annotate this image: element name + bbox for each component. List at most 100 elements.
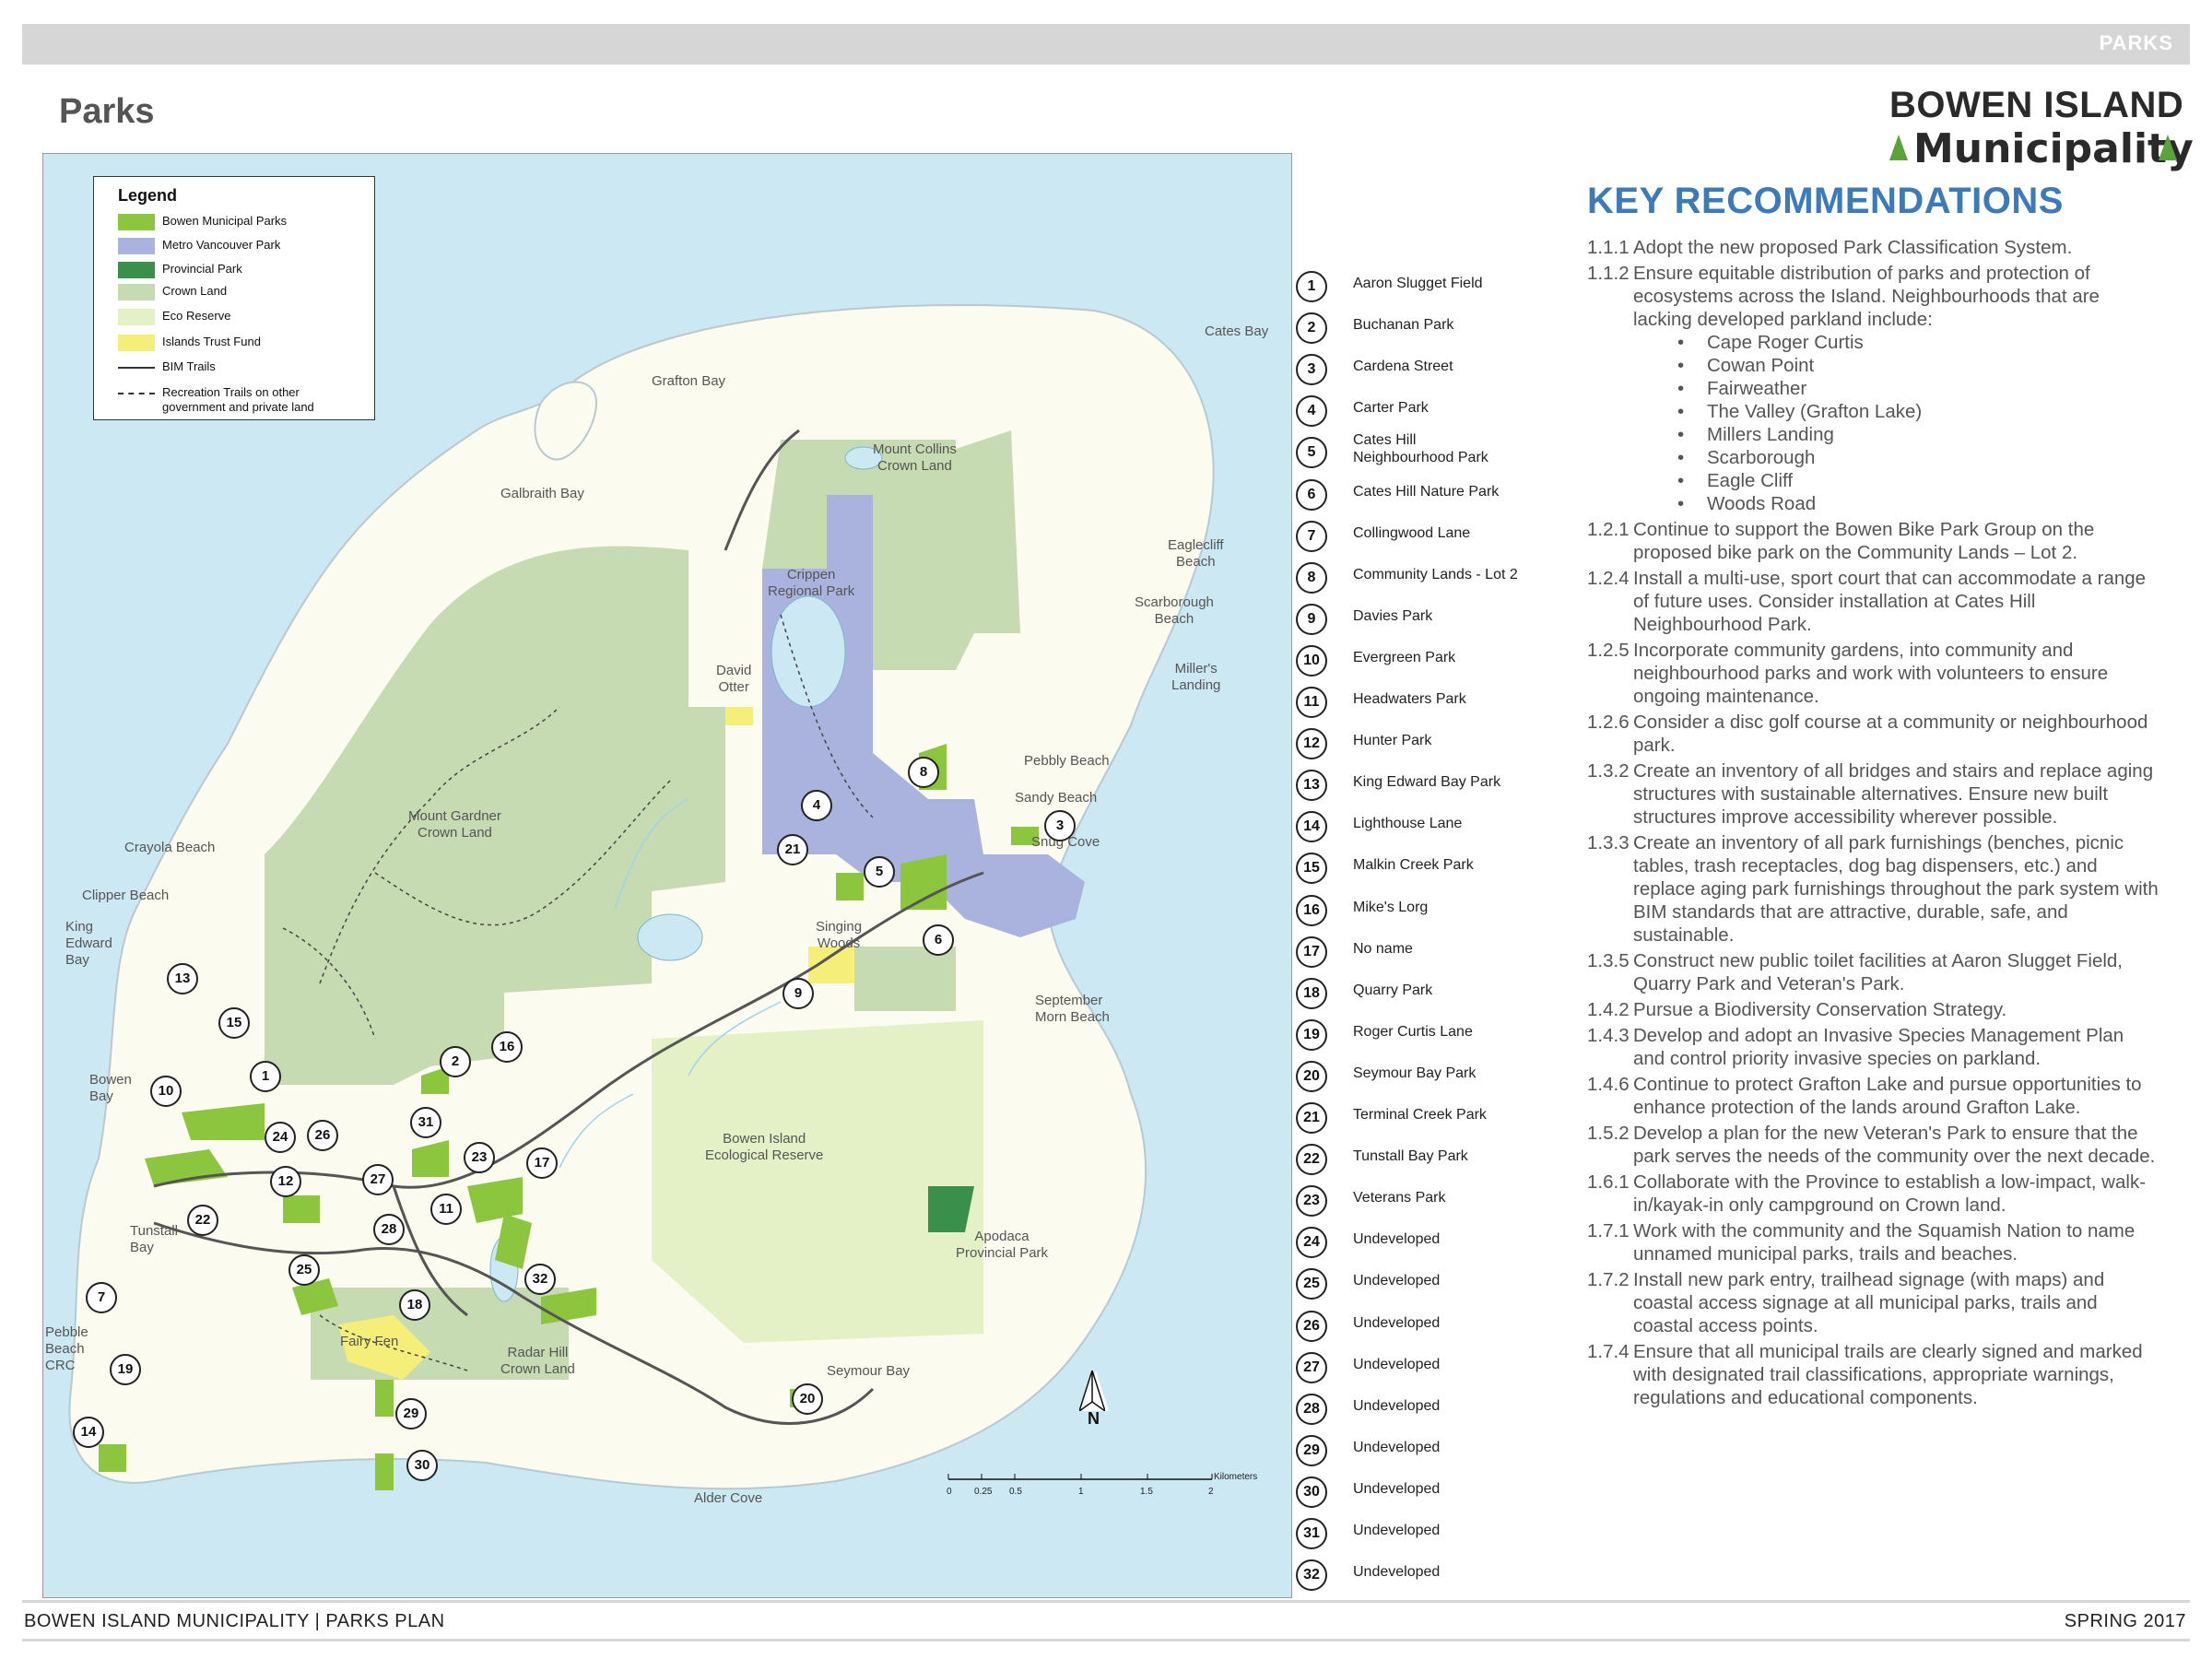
recommendation-text: Continue to protect Grafton Lake and pur… xyxy=(1633,1074,2142,1118)
label-seymour-bay: Seymour Bay xyxy=(827,1363,911,1379)
park-index-row: 14 Lighthouse Lane xyxy=(1294,807,1571,844)
park-number-badge: 26 xyxy=(1296,1310,1327,1342)
park-number-badge: 12 xyxy=(1296,728,1327,760)
park-number-badge: 6 xyxy=(1296,478,1327,511)
park-index-row: 17 No name xyxy=(1294,933,1571,970)
map-pin-29[interactable]: 29 xyxy=(395,1398,427,1430)
recommendation-text: Create an inventory of all park furnishi… xyxy=(1633,832,2159,946)
park-name: Davies Park xyxy=(1353,607,1433,624)
park-index-row: 5 Cates Hill Neighbourhood Park xyxy=(1294,432,1571,470)
recommendation-number: 1.1.2 xyxy=(1587,263,1630,284)
park-name: No name xyxy=(1353,940,1413,957)
park-index-row: 3 Cardena Street xyxy=(1294,350,1571,387)
recommendation-item: 1.4.3 Develop and adopt an Invasive Speci… xyxy=(1587,1024,2159,1070)
scale-tick: 0.25 xyxy=(974,1487,993,1497)
label-galbraith-bay: Galbraith Bay xyxy=(500,486,584,501)
legend-label: Crown Land xyxy=(162,284,228,298)
recommendation-number: 1.2.4 xyxy=(1587,568,1630,589)
park-index-row: 22 Tunstall Bay Park xyxy=(1294,1140,1571,1177)
map-pin-23[interactable]: 23 xyxy=(464,1142,495,1173)
map-pin-12[interactable]: 12 xyxy=(270,1166,301,1197)
park-name: Undeveloped xyxy=(1353,1314,1441,1331)
recommendation-number: 1.7.2 xyxy=(1587,1269,1630,1290)
map-pin-9[interactable]: 9 xyxy=(782,978,814,1009)
map-pin-3[interactable]: 3 xyxy=(1044,810,1076,841)
recommendation-number: 1.7.1 xyxy=(1587,1220,1630,1241)
park-number-badge: 22 xyxy=(1296,1144,1327,1176)
map-pin-20[interactable]: 20 xyxy=(792,1383,823,1415)
north-arrow-icon: N xyxy=(1079,1371,1116,1428)
scale-tick: 1.5 xyxy=(1140,1487,1153,1497)
map-pin-14[interactable]: 14 xyxy=(73,1417,104,1448)
recommendation-text: Consider a disc golf course at a communi… xyxy=(1633,712,2148,756)
recommendation-text: Continue to support the Bowen Bike Park … xyxy=(1633,519,2095,563)
park-index-row: 19 Roger Curtis Lane xyxy=(1294,1016,1571,1053)
map-pin-13[interactable]: 13 xyxy=(167,963,198,994)
recommendation-item: 1.3.2 Create an inventory of all bridges … xyxy=(1587,759,2159,829)
map-pin-19[interactable]: 19 xyxy=(110,1354,141,1385)
map-pin-5[interactable]: 5 xyxy=(864,856,895,888)
recommendation-text: Ensure equitable distribution of parks a… xyxy=(1633,263,2100,330)
map-pin-30[interactable]: 30 xyxy=(406,1450,438,1481)
park-number-badge: 30 xyxy=(1296,1476,1327,1508)
park-number-badge: 5 xyxy=(1296,437,1327,469)
legend-label: Provincial Park xyxy=(162,262,242,276)
legend-label: Recreation Trails on other government an… xyxy=(162,385,314,414)
park-number-badge: 32 xyxy=(1296,1559,1327,1592)
recommendation-number: 1.4.6 xyxy=(1587,1074,1630,1095)
label-crippen: Crippen Regional Park xyxy=(768,567,855,599)
map-pin-15[interactable]: 15 xyxy=(218,1007,250,1039)
map-pin-31[interactable]: 31 xyxy=(410,1107,441,1138)
map-pin-16[interactable]: 16 xyxy=(491,1031,523,1063)
legend-swatch xyxy=(118,262,155,278)
map-pin-18[interactable]: 18 xyxy=(399,1289,430,1321)
label-cates-bay: Cates Bay xyxy=(1205,324,1269,339)
legend-label: Metro Vancouver Park xyxy=(162,238,281,252)
map-pin-28[interactable]: 28 xyxy=(373,1214,405,1245)
map-pin-27[interactable]: 27 xyxy=(362,1164,394,1195)
logo-line1: BOWEN ISLAND xyxy=(1889,85,2184,125)
park-name: Undeveloped xyxy=(1353,1439,1441,1455)
map-pin-21[interactable]: 21 xyxy=(777,834,808,865)
label-apodaca: Apodaca Provincial Park xyxy=(956,1229,1049,1261)
scale-tick: 1 xyxy=(1078,1487,1084,1497)
recommendation-number: 1.2.5 xyxy=(1587,640,1630,661)
map-pin-7[interactable]: 7 xyxy=(86,1282,117,1313)
map-pin-8[interactable]: 8 xyxy=(908,757,939,788)
map-pin-32[interactable]: 32 xyxy=(524,1264,556,1295)
label-pebbly-beach: Pebbly Beach xyxy=(1024,753,1110,769)
label-mount-gardner: Mount Gardner Crown Land xyxy=(408,808,501,841)
map-pin-25[interactable]: 25 xyxy=(288,1254,320,1286)
north-label: N xyxy=(1088,1409,1100,1428)
map-pin-10[interactable]: 10 xyxy=(150,1076,182,1107)
park-index-row: 28 Undeveloped xyxy=(1294,1390,1571,1427)
island-map[interactable]: Legend Bowen Municipal Parks Metro Vanco… xyxy=(42,153,1292,1598)
eco-reserve xyxy=(652,1020,983,1343)
map-pin-2[interactable]: 2 xyxy=(440,1046,471,1077)
neighbourhood-list: Cape Roger CurtisCowan PointFairweatherT… xyxy=(1633,331,2159,515)
park-index-row: 15 Malkin Creek Park xyxy=(1294,849,1571,886)
map-pin-24[interactable]: 24 xyxy=(265,1122,296,1153)
recommendation-item: 1.1.2 Ensure equitable distribution of pa… xyxy=(1587,262,2159,515)
footer-left: BOWEN ISLAND MUNICIPALITY | PARKS PLAN xyxy=(24,1611,445,1631)
map-pin-1[interactable]: 1 xyxy=(250,1061,281,1092)
key-recommendations-title: KEY RECOMMENDATIONS xyxy=(1587,181,2064,221)
park-number-badge: 3 xyxy=(1296,354,1327,386)
scale-tick: 2 xyxy=(1208,1487,1214,1497)
map-pin-22[interactable]: 22 xyxy=(187,1205,218,1236)
map-pin-26[interactable]: 26 xyxy=(307,1120,338,1151)
map-pin-11[interactable]: 11 xyxy=(430,1194,462,1225)
park-name: Carter Park xyxy=(1353,400,1429,417)
recommendation-text: Collaborate with the Province to establi… xyxy=(1633,1171,2147,1216)
park-index-row: 18 Quarry Park xyxy=(1294,974,1571,1011)
map-pin-17[interactable]: 17 xyxy=(526,1147,558,1179)
recommendation-text: Ensure that all municipal trails are cle… xyxy=(1633,1341,2143,1408)
map-pin-6[interactable]: 6 xyxy=(923,924,954,956)
legend-swatch xyxy=(118,238,155,254)
park-index-row: 29 Undeveloped xyxy=(1294,1431,1571,1468)
park-number-badge: 8 xyxy=(1296,561,1327,594)
recommendation-text: Pursue a Biodiversity Conservation Strat… xyxy=(1633,999,2007,1020)
label-crayola-beach: Crayola Beach xyxy=(124,840,216,855)
map-pin-4[interactable]: 4 xyxy=(801,790,832,821)
neighbourhood-item: Millers Landing xyxy=(1677,423,2159,446)
